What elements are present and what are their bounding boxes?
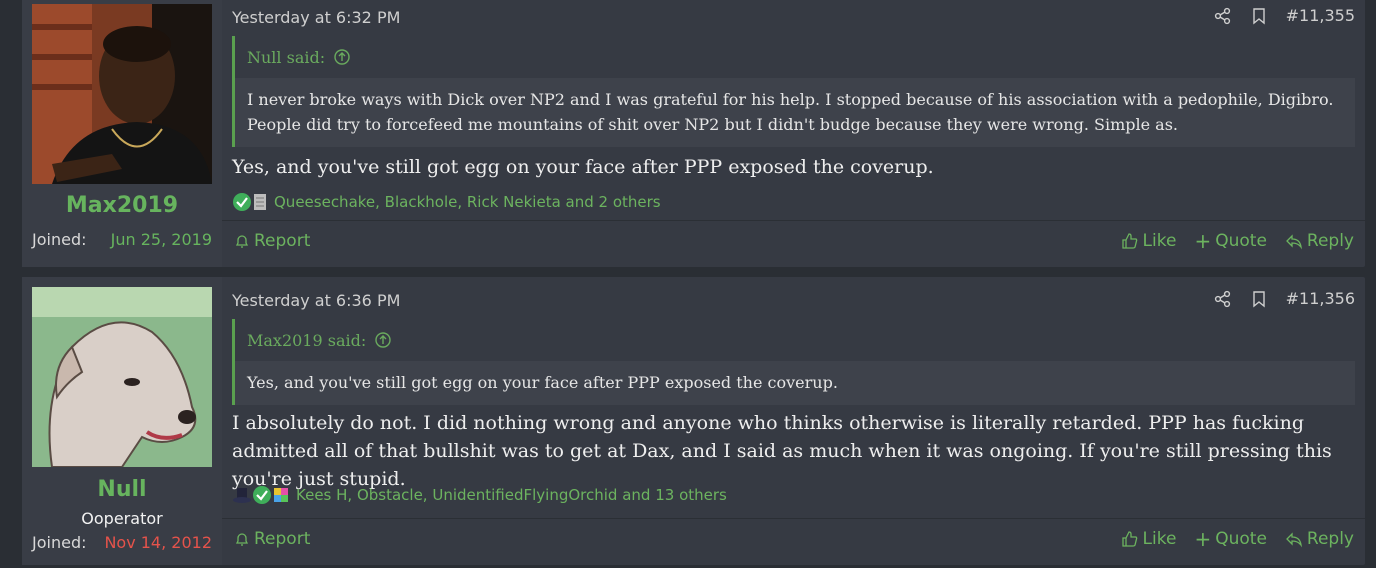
username[interactable]: Null bbox=[22, 477, 222, 502]
checkmark-reaction-icon bbox=[253, 486, 271, 504]
post-number[interactable]: #11,355 bbox=[1286, 6, 1355, 25]
reactions-text[interactable]: Queesechake, Blackhole, Rick Nekieta and… bbox=[274, 193, 661, 211]
quote-text: Yes, and you've still got egg on your fa… bbox=[247, 373, 838, 392]
reactions-text[interactable]: Kees H, Obstacle, UnidentifiedFlyingOrch… bbox=[296, 486, 727, 504]
post-footer: Report Like + Quote Reply bbox=[222, 220, 1365, 267]
puzzle-reaction-icon bbox=[274, 488, 288, 502]
share-icon[interactable] bbox=[1214, 290, 1232, 308]
post-footer: Report Like + Quote Reply bbox=[222, 518, 1365, 565]
post-message: I absolutely do not. I did nothing wrong… bbox=[232, 412, 1332, 490]
like-button[interactable]: Like bbox=[1121, 231, 1177, 251]
reaction-icons bbox=[232, 192, 268, 212]
arrow-up-circle-icon[interactable] bbox=[374, 331, 392, 349]
joined-date: Jun 25, 2019 bbox=[110, 230, 212, 249]
checkmark-reaction-icon bbox=[233, 193, 251, 211]
paper-reaction-icon bbox=[254, 194, 266, 210]
joined-date: Nov 14, 2012 bbox=[104, 533, 212, 552]
post-11356: Null Ooperator Joined: Nov 14, 2012 Yest… bbox=[22, 277, 1365, 565]
quote-author[interactable]: Max2019 said: bbox=[247, 331, 366, 350]
post-date[interactable]: Yesterday at 6:36 PM bbox=[232, 291, 400, 310]
like-label: Like bbox=[1142, 231, 1177, 251]
plus-icon: + bbox=[1194, 228, 1212, 253]
joined-label: Joined: bbox=[32, 230, 87, 249]
like-label: Like bbox=[1142, 529, 1177, 549]
post-tools: #11,355 bbox=[1214, 6, 1355, 25]
user-title: Ooperator bbox=[81, 509, 163, 528]
quote-label: Quote bbox=[1215, 231, 1267, 251]
post-content: Yesterday at 6:36 PM #11,356 Max2019 sai… bbox=[222, 277, 1365, 565]
report-label: Report bbox=[254, 529, 311, 549]
post-message: Yes, and you've still got egg on your fa… bbox=[232, 156, 934, 178]
thumbs-up-icon bbox=[1121, 233, 1137, 249]
user-info: Null Ooperator Joined: Nov 14, 2012 bbox=[22, 277, 222, 565]
reply-button[interactable]: Reply bbox=[1285, 529, 1354, 549]
bookmark-icon[interactable] bbox=[1250, 7, 1268, 25]
post-content: Yesterday at 6:32 PM #11,355 Null said: bbox=[222, 0, 1365, 267]
thumbs-up-icon bbox=[1121, 531, 1137, 547]
post-actions: Like + Quote Reply bbox=[1121, 529, 1354, 549]
reactions-bar[interactable]: Queesechake, Blackhole, Rick Nekieta and… bbox=[232, 192, 661, 212]
post-actions: Like + Quote Reply bbox=[1121, 231, 1354, 251]
reply-arrow-icon bbox=[1285, 234, 1302, 250]
report-label: Report bbox=[254, 231, 311, 251]
post-number[interactable]: #11,356 bbox=[1286, 289, 1355, 308]
quote-block: Max2019 said: Yes, and you've still got … bbox=[232, 319, 1355, 405]
share-icon[interactable] bbox=[1214, 7, 1232, 25]
bell-icon bbox=[235, 235, 249, 248]
quote-author[interactable]: Null said: bbox=[247, 48, 325, 67]
quote-block: Null said: I never broke ways with Dick … bbox=[232, 36, 1355, 147]
reply-label: Reply bbox=[1306, 529, 1354, 549]
reaction-icons bbox=[232, 485, 290, 505]
plus-icon: + bbox=[1194, 526, 1212, 551]
quote-button[interactable]: + Quote bbox=[1194, 228, 1267, 253]
quote-label: Quote bbox=[1215, 529, 1267, 549]
quote-header[interactable]: Null said: bbox=[235, 36, 1355, 78]
bell-icon bbox=[235, 533, 249, 546]
post-tools: #11,356 bbox=[1214, 289, 1355, 308]
like-button[interactable]: Like bbox=[1121, 529, 1177, 549]
arrow-up-circle-icon[interactable] bbox=[333, 48, 351, 66]
top-hat-reaction-icon bbox=[233, 488, 251, 503]
post-11355: Max2019 Joined: Jun 25, 2019 Yesterday a… bbox=[22, 0, 1365, 267]
joined-label: Joined: bbox=[32, 533, 87, 552]
username[interactable]: Max2019 bbox=[22, 193, 222, 218]
report-button[interactable]: Report bbox=[234, 231, 310, 251]
avatar[interactable] bbox=[32, 287, 212, 467]
user-info: Max2019 Joined: Jun 25, 2019 bbox=[22, 0, 222, 267]
reply-label: Reply bbox=[1306, 231, 1354, 251]
quote-button[interactable]: + Quote bbox=[1194, 526, 1267, 551]
quote-text: I never broke ways with Dick over NP2 an… bbox=[247, 90, 1334, 134]
post-date[interactable]: Yesterday at 6:32 PM bbox=[232, 8, 400, 27]
avatar[interactable] bbox=[32, 4, 212, 184]
quote-header[interactable]: Max2019 said: bbox=[235, 319, 1355, 361]
reply-arrow-icon bbox=[1285, 532, 1302, 548]
reactions-bar[interactable]: Kees H, Obstacle, UnidentifiedFlyingOrch… bbox=[232, 485, 727, 505]
report-button[interactable]: Report bbox=[234, 529, 310, 549]
reply-button[interactable]: Reply bbox=[1285, 231, 1354, 251]
bookmark-icon[interactable] bbox=[1250, 290, 1268, 308]
